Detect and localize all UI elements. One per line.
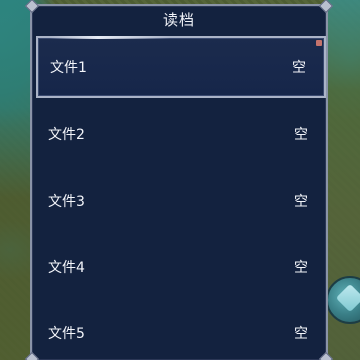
dialog-title: 读档	[162, 11, 195, 29]
load-dialog: 读档 文件1 空 文件2 空 文件3 空 文件4 空 文件5 空	[24, 0, 334, 360]
slot-name: 文件5	[48, 326, 85, 342]
slot-status: 空	[294, 127, 308, 143]
slot-name: 文件2	[48, 127, 85, 143]
save-slot-3[interactable]: 文件3 空	[36, 170, 326, 232]
slot-status: 空	[292, 60, 306, 76]
game-background-left	[0, 0, 34, 360]
save-slot-1[interactable]: 文件1 空	[36, 36, 326, 98]
save-slot-5[interactable]: 文件5 空	[36, 302, 326, 360]
slot-status: 空	[294, 260, 308, 276]
save-slot-2[interactable]: 文件2 空	[36, 103, 326, 165]
save-slot-4[interactable]: 文件4 空	[36, 236, 326, 298]
attack-icon	[335, 283, 360, 313]
slot-status: 空	[294, 326, 308, 342]
slot-name: 文件1	[50, 60, 87, 76]
slot-name: 文件3	[48, 194, 85, 210]
slot-name: 文件4	[48, 260, 85, 276]
slot-status: 空	[294, 194, 308, 210]
